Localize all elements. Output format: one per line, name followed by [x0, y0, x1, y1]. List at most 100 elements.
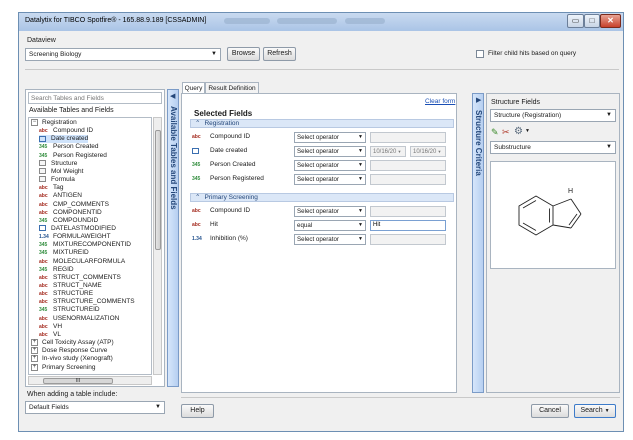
operator-select[interactable]: Select operator ▼	[294, 174, 366, 185]
operator-select[interactable]: Select operator ▼	[294, 146, 366, 157]
operator-select[interactable]: Select operator ▼	[294, 206, 366, 217]
expand-icon[interactable]: +	[31, 363, 38, 371]
tree-field-node[interactable]: abc USENORMALIZATION	[39, 315, 119, 323]
collapse-icon[interactable]: −	[31, 119, 38, 126]
tree-field-node[interactable]: Formula	[39, 176, 75, 184]
tree-table-node[interactable]: + Primary Screening	[31, 363, 95, 372]
tree-field-node[interactable]: Date created	[39, 135, 89, 144]
chevron-down-icon[interactable]: ▼	[525, 128, 530, 134]
tree-field-node[interactable]: 345 MIXTUREID	[39, 249, 89, 257]
tree-field-node[interactable]: 345 COMPOUNDID	[39, 217, 98, 225]
search-type-select[interactable]: Substructure ▼	[490, 141, 616, 154]
tree-field-node[interactable]: abc STRUCTURE_COMMENTS	[39, 298, 135, 306]
clear-structure-icon[interactable]: ✂	[502, 127, 510, 138]
collapse-icon[interactable]: ⌃	[195, 120, 200, 127]
tree-field-node[interactable]: 345 STRUCTUREID	[39, 306, 100, 314]
clear-form-link[interactable]: Clear form	[425, 98, 455, 105]
title-bar[interactable]: Datalytix for TIBCO Spotfire® - 165.88.9…	[19, 13, 623, 31]
tree-field-node[interactable]: abc Tag	[39, 184, 63, 192]
tree-table-node[interactable]: + Dose Response Curve	[31, 347, 107, 355]
chevron-down-icon: ▼	[604, 408, 610, 414]
field-label: Hit	[210, 221, 218, 228]
value-input[interactable]: Hit	[370, 220, 446, 231]
gear-icon[interactable]: ⚙	[514, 126, 523, 137]
field-label: Compound ID	[210, 207, 251, 214]
operator-select[interactable]: Select operator ▼	[294, 234, 366, 245]
operator-select[interactable]: Select operator ▼	[294, 132, 366, 143]
value-input[interactable]	[370, 174, 446, 185]
tree-horizontal-scrollbar[interactable]: III	[28, 376, 152, 385]
tree-table-node[interactable]: + Cell Toxicity Assay (ATP)	[31, 339, 114, 347]
help-button[interactable]: Help	[181, 404, 214, 418]
tree-vertical-scrollbar[interactable]	[153, 117, 162, 375]
tree-field-node[interactable]: abc VH	[39, 323, 62, 331]
tab-available-tables-and-fields[interactable]: ◀ Available Tables and Fields	[167, 89, 179, 387]
tree-field-node[interactable]: abc COMPONENTID	[39, 209, 102, 217]
structure-icon	[39, 168, 46, 175]
search-tables-input[interactable]	[28, 92, 162, 104]
tree-field-node[interactable]: Mol Weight	[39, 168, 83, 176]
text-type-icon: abc	[39, 291, 48, 298]
close-button[interactable]: ✕	[600, 14, 621, 28]
value-input[interactable]	[370, 234, 446, 245]
section-header[interactable]: ⌃ Registration	[190, 119, 454, 128]
tree-field-node[interactable]: abc STRUCT_COMMENTS	[39, 274, 121, 282]
tree-field-node[interactable]: abc MOLECULARFORMULA	[39, 258, 125, 266]
refresh-button[interactable]: Refresh	[263, 47, 296, 61]
structure-field-select[interactable]: Structure (Registration) ▼	[490, 109, 616, 122]
value-input[interactable]	[370, 206, 446, 217]
window-title: Datalytix for TIBCO Spotfire® - 165.88.9…	[25, 17, 207, 24]
tree-field-node[interactable]: 345 Person Registered	[39, 152, 107, 160]
expand-icon[interactable]: +	[31, 355, 38, 363]
tree-field-node[interactable]: 345 REGID	[39, 266, 74, 274]
tree-node-label: COMPOUNDID	[53, 216, 99, 224]
tree-field-node[interactable]: DATELASTMODIFIED	[39, 225, 116, 233]
dataview-label: Dataview	[27, 37, 56, 44]
default-fields-select[interactable]: Default Fields ▼	[25, 401, 165, 414]
scroll-thumb[interactable]	[155, 130, 161, 250]
tree-field-node[interactable]: 345 MIXTURECOMPONENTID	[39, 241, 131, 249]
tree-node-label: REGID	[53, 265, 74, 273]
side-tab-label: Available Tables and Fields	[169, 106, 178, 210]
operator-select[interactable]: Select operator ▼	[294, 160, 366, 171]
tree-field-node[interactable]: abc STRUCT_NAME	[39, 282, 102, 290]
tree-field-node[interactable]: 1.34 FORMULAWEIGHT	[39, 233, 111, 241]
collapse-icon[interactable]: ⌃	[195, 194, 200, 201]
operator-select[interactable]: equal ▼	[294, 220, 366, 231]
tree-table-node[interactable]: + In-vivo study (Xenograft)	[31, 355, 113, 363]
browse-button[interactable]: Browse	[227, 47, 260, 61]
maximize-button[interactable]: □	[584, 14, 600, 28]
scroll-thumb[interactable]: III	[43, 378, 113, 384]
date-to-input[interactable]: 10/16/20 ▼	[410, 146, 446, 157]
cancel-button[interactable]: Cancel	[531, 404, 569, 418]
number-type-icon: 345	[39, 242, 48, 249]
tree-table-node[interactable]: − Registration	[31, 119, 77, 127]
date-from-input[interactable]: 10/16/20 ▼	[370, 146, 406, 157]
value-input[interactable]	[370, 160, 446, 171]
section-header[interactable]: ⌃ Primary Screening	[190, 193, 454, 202]
filter-child-checkbox[interactable]	[476, 50, 484, 58]
tree-field-node[interactable]: abc ANTIGEN	[39, 192, 82, 200]
divider	[181, 397, 620, 398]
tree-field-node[interactable]: abc VL	[39, 331, 61, 339]
tree-node-label: MIXTURECOMPONENTID	[53, 241, 131, 249]
search-button[interactable]: Search ▼	[574, 404, 616, 418]
dataview-select[interactable]: Screening Biology ▼	[25, 48, 221, 61]
fields-tree[interactable]: − Registration abc Compound ID Date created 3…	[28, 117, 152, 375]
tree-field-node[interactable]: abc CMP_COMMENTS	[39, 201, 109, 209]
structure-canvas[interactable]: H	[490, 161, 616, 269]
expand-icon[interactable]: +	[31, 347, 38, 355]
edit-structure-icon[interactable]: ✎	[491, 127, 499, 138]
tab-structure-criteria[interactable]: ▶ Structure Criteria	[472, 93, 484, 393]
expand-right-icon[interactable]: ▶	[476, 96, 481, 104]
tree-field-node[interactable]: abc STRUCTURE	[39, 290, 93, 298]
chevron-down-icon: ▼	[606, 144, 612, 150]
collapse-left-icon[interactable]: ◀	[170, 92, 175, 100]
tree-field-node[interactable]: Structure	[39, 160, 77, 168]
tree-field-node[interactable]: 345 Person Created	[39, 143, 99, 151]
tree-field-node[interactable]: abc Compound ID	[39, 127, 93, 135]
expand-icon[interactable]: +	[31, 339, 38, 347]
minimize-button[interactable]: ▭	[567, 14, 584, 28]
value-input[interactable]	[370, 132, 446, 143]
tree-node-label: STRUCTURE	[53, 290, 94, 298]
